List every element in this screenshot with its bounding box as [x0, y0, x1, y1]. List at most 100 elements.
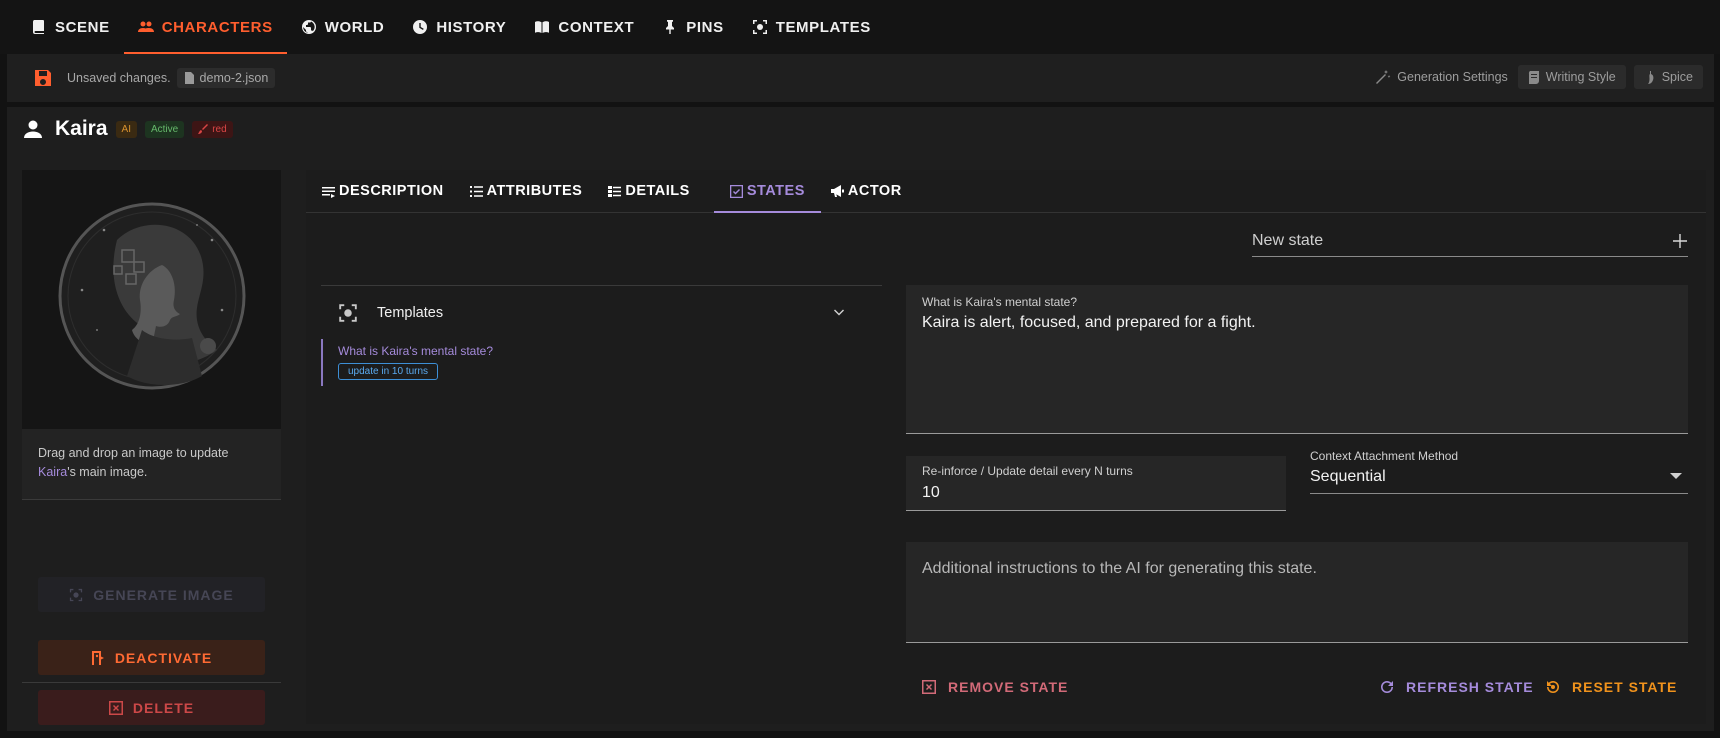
brush-icon: [198, 124, 209, 134]
update-chip: update in 10 turns: [338, 363, 439, 380]
ai-badge: AI: [115, 120, 137, 138]
nav-history[interactable]: HISTORY: [398, 0, 520, 54]
status-actions: Generation Settings Writing Style Spice: [1375, 65, 1703, 89]
state-answer-label: What is Kaira's mental state?: [922, 295, 1078, 309]
person-icon: [24, 120, 42, 138]
nav-templates[interactable]: TEMPLATES: [738, 0, 885, 54]
template-icon: [752, 20, 767, 34]
instructions-field[interactable]: Additional instructions to the AI for ge…: [906, 542, 1688, 643]
exit-run-icon: [91, 650, 104, 665]
generate-image-button[interactable]: GENERATE IMAGE: [38, 577, 265, 612]
divider: [22, 682, 281, 683]
magic-wand-icon: [1376, 70, 1391, 84]
character-portrait[interactable]: [22, 170, 281, 429]
chili-pepper-icon: [1647, 70, 1654, 84]
delete-button[interactable]: DELETE: [38, 690, 265, 725]
generate-image-label: GENERATE IMAGE: [93, 586, 234, 603]
writing-style-button[interactable]: Writing Style: [1517, 65, 1626, 89]
nav-pins-label: PINS: [686, 18, 724, 36]
nav-pins[interactable]: PINS: [648, 0, 737, 54]
nav-characters-label: CHARACTERS: [161, 18, 273, 36]
refresh-state-button[interactable]: REFRESH STATE: [1366, 672, 1548, 702]
character-sidebar: Drag and drop an image to update Kaira's…: [22, 170, 281, 725]
state-list-item[interactable]: What is Kaira's mental state? update in …: [321, 339, 882, 386]
new-state-input[interactable]: New state: [1252, 225, 1688, 257]
tab-attributes[interactable]: ATTRIBUTES: [468, 170, 599, 212]
character-header: Kaira AI Active red: [23, 117, 233, 141]
generation-settings-button[interactable]: Generation Settings: [1375, 69, 1508, 85]
file-chip: demo-2.json: [176, 68, 276, 88]
close-box-icon: [108, 700, 123, 715]
text-lines-icon: [322, 186, 335, 198]
state-answer-field[interactable]: What is Kaira's mental state? Kaira is a…: [906, 285, 1688, 434]
status-bar: Unsaved changes. demo-2.json Generation …: [7, 54, 1714, 102]
save-icon[interactable]: [33, 68, 53, 88]
templates-header[interactable]: Templates: [321, 286, 882, 339]
new-state-placeholder: New state: [1252, 231, 1324, 249]
file-icon: [184, 72, 194, 84]
globe-icon: [301, 20, 316, 34]
portrait-image: [22, 170, 281, 429]
tab-description-label: DESCRIPTION: [339, 183, 444, 199]
reinforce-interval-field[interactable]: Re-inforce / Update detail every N turns…: [906, 456, 1286, 511]
spice-button[interactable]: Spice: [1633, 65, 1703, 89]
refresh-state-label: REFRESH STATE: [1406, 679, 1534, 695]
templates-label: Templates: [377, 304, 444, 321]
nav-history-label: HISTORY: [436, 18, 507, 36]
refresh-icon: [1381, 681, 1393, 693]
close-box-icon: [922, 680, 936, 694]
reinforce-value: 10: [922, 484, 940, 501]
book-icon: [32, 20, 44, 34]
character-detail-panel: DESCRIPTION ATTRIBUTES DETAILS STATES AC…: [306, 170, 1706, 724]
tab-details[interactable]: DETAILS: [606, 170, 705, 212]
restore-icon: [1547, 681, 1559, 693]
file-name: demo-2.json: [199, 71, 269, 85]
color-badge-label: red: [212, 123, 227, 135]
nav-context-label: CONTEXT: [558, 18, 635, 36]
image-drop-hint: Drag and drop an image to update Kaira's…: [22, 429, 281, 499]
tab-states[interactable]: STATES: [713, 170, 821, 213]
context-attachment-select[interactable]: Context Attachment Method Sequential: [1310, 449, 1688, 494]
template-icon: [339, 303, 357, 322]
nav-world[interactable]: WORLD: [287, 0, 399, 54]
remove-state-button[interactable]: REMOVE STATE: [908, 672, 1082, 702]
generation-settings-label: Generation Settings: [1397, 70, 1508, 84]
bullhorn-icon: [830, 184, 844, 197]
script-icon: [1528, 70, 1539, 84]
instructions-placeholder: Additional instructions to the AI for ge…: [922, 560, 1317, 577]
reset-state-button[interactable]: RESET STATE: [1532, 672, 1691, 702]
tab-actor[interactable]: ACTOR: [829, 170, 918, 212]
nav-characters[interactable]: CHARACTERS: [123, 0, 287, 54]
tab-actor-label: ACTOR: [847, 183, 902, 199]
color-badge[interactable]: red: [192, 120, 233, 138]
unsaved-changes-text: Unsaved changes.: [67, 71, 171, 85]
nav-templates-label: TEMPLATES: [775, 18, 871, 36]
drop-hint-name: Kaira: [38, 465, 68, 479]
details-list-icon: [608, 185, 622, 197]
attach-value: Sequential: [1310, 468, 1386, 485]
nav-scene-label: SCENE: [55, 18, 110, 36]
list-icon: [469, 185, 483, 197]
chevron-down-icon[interactable]: [832, 306, 846, 320]
pin-icon: [666, 20, 675, 34]
character-name: Kaira: [55, 117, 108, 140]
open-book-icon: [535, 21, 550, 33]
detail-tabs: DESCRIPTION ATTRIBUTES DETAILS STATES AC…: [306, 170, 1706, 213]
people-icon: [137, 21, 154, 32]
dropdown-arrow-icon: [1670, 473, 1682, 479]
state-box-icon: [729, 184, 743, 198]
delete-label: DELETE: [132, 699, 195, 716]
deactivate-button[interactable]: DEACTIVATE: [38, 640, 265, 675]
drop-hint-suffix: 's main image.: [67, 465, 148, 479]
remove-state-label: REMOVE STATE: [948, 679, 1069, 695]
tab-description[interactable]: DESCRIPTION: [320, 170, 460, 212]
clock-icon: [413, 20, 428, 34]
nav-scene[interactable]: SCENE: [17, 0, 124, 54]
template-icon: [70, 588, 83, 601]
drop-hint-text: Drag and drop an image to update: [38, 446, 229, 460]
plus-icon[interactable]: [1672, 233, 1688, 249]
reinforce-label: Re-inforce / Update detail every N turns: [922, 464, 1133, 478]
attach-label: Context Attachment Method: [1310, 449, 1459, 463]
tab-attributes-label: ATTRIBUTES: [486, 183, 583, 199]
nav-context[interactable]: CONTEXT: [520, 0, 648, 54]
